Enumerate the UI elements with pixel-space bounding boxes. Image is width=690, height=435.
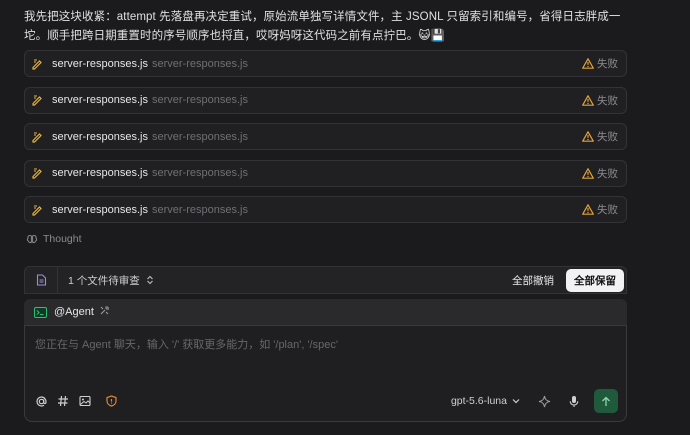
status-label: 失败 [597,58,618,70]
undo-all-button[interactable]: 全部撤销 [512,273,554,288]
file-path: server-responses.js [151,94,248,106]
shield-icon[interactable] [103,393,119,409]
file-path: server-responses.js [151,203,248,216]
status-label: 失败 [597,204,618,216]
terminal-icon [34,306,47,318]
pencil-edit-icon [32,131,44,143]
pencil-edit-icon [32,94,44,106]
file-name: server-responses.js [52,94,148,106]
sparkle-icon[interactable] [536,393,552,409]
chat-input-placeholder[interactable]: 您正在与 Agent 聊天，输入 '/' 获取更多能力，如 '/plan', '… [35,336,338,352]
document-icon [25,267,58,293]
pending-review-bar: 1 个文件待审查 全部撤销 全部保留 [24,266,627,294]
send-button[interactable] [594,389,618,413]
chat-panel: 我先把这块收紧：attempt 先落盘再决定重试，原始流单独写详情文件，主 JS… [0,0,690,435]
assistant-message: 我先把这块收紧：attempt 先落盘再决定重试，原始流单独写详情文件，主 JS… [24,11,621,42]
pending-files-dropdown[interactable]: 1 个文件待审查 [68,273,154,288]
thought-label: Thought [43,233,82,245]
microphone-icon[interactable] [566,393,582,409]
pencil-edit-icon [32,204,44,216]
chevron-down-icon [512,395,520,407]
file-change-row[interactable]: server-responses.js server-responses.js … [24,50,627,77]
brain-icon [26,233,38,245]
tools-icon[interactable] [99,303,110,321]
file-path: server-responses.js [151,130,248,143]
agent-mention[interactable]: @Agent [54,306,94,318]
file-path: server-responses.js [151,57,248,70]
warning-triangle-icon [582,167,594,179]
chat-input-box[interactable]: 您正在与 Agent 聊天，输入 '/' 获取更多能力，如 '/plan', '… [24,325,627,422]
status-label: 失败 [597,167,618,180]
file-name: server-responses.js [52,57,148,70]
pencil-edit-icon [32,58,44,70]
input-toolbar: gpt-5.6-luna [33,389,618,413]
file-change-list: server-responses.js server-responses.js … [24,50,627,233]
file-name: server-responses.js [52,130,148,143]
file-name: server-responses.js [52,203,148,216]
file-change-row[interactable]: server-responses.js server-responses.js … [24,196,627,223]
model-name: gpt-5.6-luna [450,395,507,407]
arrow-up-icon [602,396,610,406]
hash-icon[interactable] [55,393,71,409]
file-change-row[interactable]: server-responses.js server-responses.js … [24,86,627,114]
status-label: 失败 [597,94,618,107]
agent-context-bar: @Agent [24,299,627,325]
status-label: 失败 [597,131,618,143]
file-path: server-responses.js [151,167,248,179]
pending-files-label: 1 个文件待审查 [68,274,140,287]
file-change-row[interactable]: server-responses.js server-responses.js … [24,123,627,150]
warning-triangle-icon [582,131,594,143]
pencil-edit-icon [32,167,44,179]
model-select[interactable]: gpt-5.6-luna [451,395,520,407]
image-icon[interactable] [77,393,93,409]
thought-toggle[interactable]: Thought [26,233,82,245]
warning-triangle-icon [582,94,594,106]
at-icon[interactable] [33,393,49,409]
keep-all-button[interactable]: 全部保留 [566,268,624,292]
warning-triangle-icon [582,204,594,216]
chevron-updown-icon [146,275,154,285]
warning-triangle-icon [582,58,594,70]
file-change-row[interactable]: server-responses.js server-responses.js … [24,159,627,187]
file-name: server-responses.js [52,167,148,179]
